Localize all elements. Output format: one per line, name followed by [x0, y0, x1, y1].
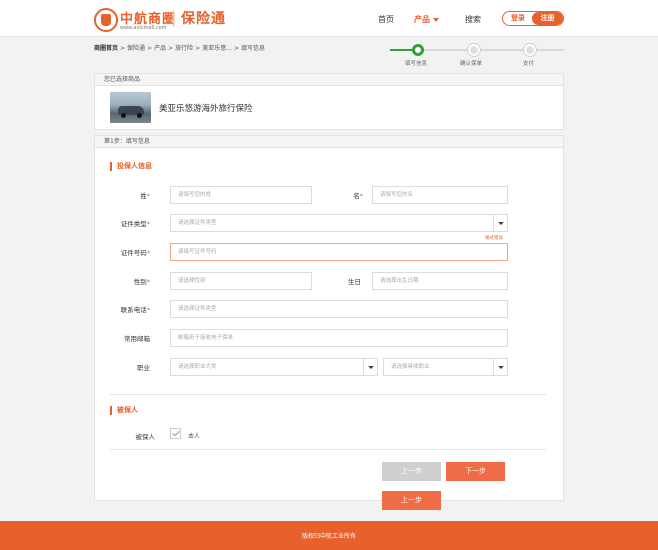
nav-home[interactable]: 首页: [378, 14, 394, 25]
birthday-input[interactable]: 请选择出生日期: [372, 272, 508, 290]
chevron-down-icon: [493, 359, 507, 375]
step-heading: 第1步：填写信息: [95, 136, 563, 148]
register-button[interactable]: 注册: [532, 12, 563, 25]
insured-self-checkbox[interactable]: [170, 428, 181, 439]
footer: 版权归中航工业所有: [0, 521, 658, 550]
nav-products[interactable]: 产品: [414, 14, 439, 25]
step-label: 支付: [523, 61, 535, 67]
auth-group: 登录 注册: [502, 11, 564, 26]
caret-down-icon: [433, 17, 439, 22]
nav-products-label: 产品: [414, 15, 430, 24]
breadcrumb-separator: >: [120, 45, 126, 52]
surname-label: 姓*: [140, 192, 150, 200]
selected-product-heading: 您已选择商品: [95, 74, 563, 86]
phone-label: 联系电话*: [120, 306, 150, 314]
breadcrumb-item[interactable]: 商圈首页: [94, 45, 118, 52]
breadcrumb-item[interactable]: 旅行险: [175, 45, 193, 52]
phone-input[interactable]: 请选择证件类型: [170, 300, 508, 318]
breadcrumb-current: 填写信息: [240, 45, 265, 52]
breadcrumb-item[interactable]: 美亚乐悠...: [202, 45, 232, 52]
selected-product-panel: 您已选择商品 美亚乐悠游海外旅行保险: [94, 73, 564, 130]
given-name-input[interactable]: 请填写您的名: [372, 186, 508, 204]
id-type-select[interactable]: 请选择证件类型: [170, 214, 508, 232]
chevron-down-icon: [493, 215, 507, 231]
progress-steps: 填写信息 确认保单 支付: [390, 44, 564, 70]
breadcrumb-item[interactable]: 产品: [154, 45, 166, 52]
prev-step-button-disabled[interactable]: 上一步: [382, 462, 441, 481]
gender-label: 性别*: [133, 278, 150, 286]
job-category-select[interactable]: 请选择职业大类: [170, 358, 378, 376]
id-number-input[interactable]: 请填写证件号码: [170, 243, 508, 261]
breadcrumb-separator: >: [233, 45, 239, 52]
insured-self-label[interactable]: 本人: [188, 431, 200, 440]
step-dot-active: [412, 44, 424, 56]
form-panel: 第1步：填写信息 投保人信息 姓* 请填写您的姓 名* 请填写您的名 证件类型*…: [94, 135, 564, 510]
prev-step-button[interactable]: 上一步: [382, 491, 441, 510]
top-header: 中航商圈 www.avicmall.com 保险通 首页 产品 搜索 登录 注册: [0, 0, 658, 37]
next-step-button[interactable]: 下一步: [446, 462, 505, 481]
progress-line-todo: [418, 49, 564, 51]
breadcrumb-separator: >: [147, 45, 153, 52]
job-label: 职业: [137, 364, 150, 372]
step-dot: [524, 44, 536, 56]
breadcrumb-separator: >: [195, 45, 201, 52]
id-number-label: 证件号码*: [120, 249, 150, 257]
email-input[interactable]: 邮箱用于接收电子保单: [170, 329, 508, 347]
product-logo[interactable]: 保险通: [181, 8, 226, 28]
brand-url: www.avicmall.com: [120, 25, 167, 31]
breadcrumb-item[interactable]: 保险通: [127, 45, 145, 52]
applicant-section-title: 投保人信息: [110, 162, 152, 171]
step-label: 确认保单: [460, 61, 483, 67]
product-title[interactable]: 美亚乐悠游海外旅行保险: [159, 102, 253, 114]
nav-search[interactable]: 搜索: [465, 14, 481, 25]
id-type-error: 格式错误: [485, 236, 503, 241]
footer-copyright: 版权归中航工业所有: [301, 533, 356, 540]
brand-logo-icon[interactable]: [94, 8, 118, 32]
insured-label: 被保人: [135, 433, 156, 441]
birthday-label: 生日: [348, 278, 361, 286]
section-divider: [110, 449, 546, 450]
id-type-label: 证件类型*: [120, 220, 150, 228]
insured-section-title: 被保人: [110, 406, 138, 415]
login-button[interactable]: 登录: [503, 12, 533, 25]
step-label: 填写信息: [405, 61, 428, 67]
step-dot: [468, 44, 480, 56]
breadcrumb: 商圈首页 > 保险通 > 产品 > 旅行险 > 美亚乐悠... > 填写信息: [94, 43, 265, 52]
chevron-down-icon: [363, 359, 377, 375]
brand-divider: [173, 10, 174, 27]
email-label: 常用邮箱: [124, 335, 150, 343]
breadcrumb-separator: >: [168, 45, 174, 52]
job-specific-select[interactable]: 请选择具体职业: [383, 358, 508, 376]
surname-input[interactable]: 请填写您的姓: [170, 186, 312, 204]
gender-select[interactable]: 请选择性别: [170, 272, 312, 290]
product-thumbnail[interactable]: [110, 92, 151, 123]
section-divider: [110, 394, 546, 395]
given-name-label: 名*: [353, 192, 363, 200]
